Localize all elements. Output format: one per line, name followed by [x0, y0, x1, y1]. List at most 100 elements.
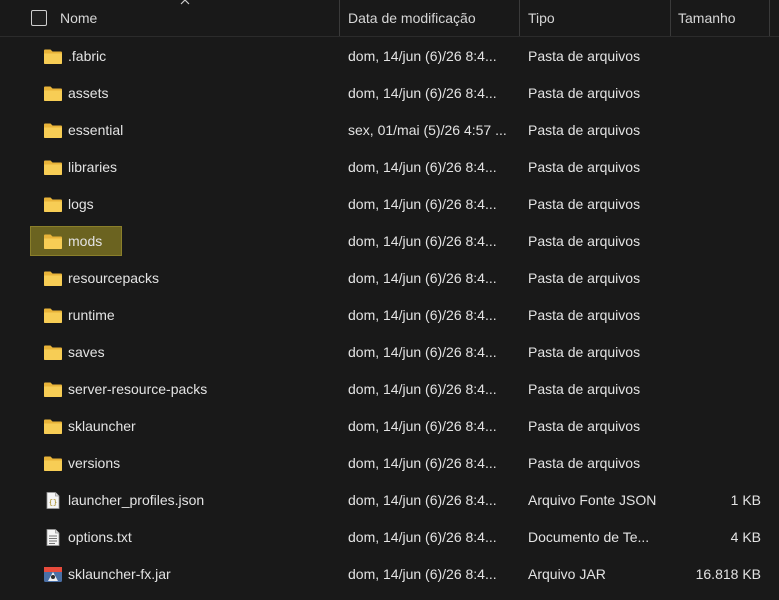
file-row[interactable]: sklauncher dom, 14/jun (6)/26 8:4... Pasta…: [0, 408, 779, 445]
file-row[interactable]: assets dom, 14/jun (6)/26 8:4... Pasta de …: [0, 75, 779, 112]
folder-icon: [43, 344, 63, 361]
column-divider[interactable]: [769, 0, 770, 36]
file-type: Pasta de arquivos: [528, 122, 641, 138]
file-row[interactable]: runtime dom, 14/jun (6)/26 8:4... Pasta de…: [0, 297, 779, 334]
column-header-date[interactable]: Data de modificação: [348, 0, 476, 36]
file-row[interactable]: server-resource-packs dom, 14/jun (6)/26 …: [0, 371, 779, 408]
file-type: Pasta de arquivos: [528, 418, 641, 434]
file-name: saves: [68, 344, 105, 360]
file-modified-date: dom, 14/jun (6)/26 8:4...: [348, 48, 497, 64]
file-type: Arquivo Fonte JSON: [528, 492, 657, 508]
file-name: server-resource-packs: [68, 381, 208, 397]
file-modified-date: dom, 14/jun (6)/26 8:4...: [348, 344, 497, 360]
file-row[interactable]: mods dom, 14/jun (6)/26 8:4... Pasta de ar…: [0, 223, 779, 260]
file-size: [670, 149, 761, 186]
column-divider[interactable]: [519, 0, 520, 36]
file-name: options.txt: [68, 529, 132, 545]
folder-icon: [43, 233, 63, 250]
file-type: Pasta de arquivos: [528, 233, 641, 249]
file-size: [670, 297, 761, 334]
column-divider[interactable]: [339, 0, 340, 36]
file-row[interactable]: essential sex, 01/mai (5)/26 4:57 ... Past…: [0, 112, 779, 149]
folder-icon: [43, 270, 63, 287]
sort-ascending-icon: [180, 0, 190, 5]
file-size: 16.818 KB: [695, 566, 761, 582]
file-name: sklauncher: [68, 418, 136, 434]
folder-icon: [43, 48, 63, 65]
file-type: Pasta de arquivos: [528, 381, 641, 397]
file-modified-date: sex, 01/mai (5)/26 4:57 ...: [348, 122, 507, 138]
file-size: 1 KB: [730, 492, 761, 508]
file-modified-date: dom, 14/jun (6)/26 8:4...: [348, 455, 497, 471]
file-size: [670, 371, 761, 408]
file-row[interactable]: {} launcher_profiles.json dom, 14/jun (6)/…: [0, 482, 779, 519]
file-size: [670, 334, 761, 371]
file-size: [670, 445, 761, 482]
file-modified-date: dom, 14/jun (6)/26 8:4...: [348, 85, 497, 101]
folder-icon: [43, 122, 63, 139]
file-modified-date: dom, 14/jun (6)/26 8:4...: [348, 529, 497, 545]
file-name: .fabric: [68, 48, 107, 64]
file-size: [670, 75, 761, 112]
column-header-name[interactable]: Nome: [60, 0, 97, 36]
file-size: [670, 223, 761, 260]
file-row[interactable]: libraries dom, 14/jun (6)/26 8:4... Pasta …: [0, 149, 779, 186]
folder-icon: [43, 307, 63, 324]
column-header-bar: Nome Data de modificação Tipo Tamanho: [0, 0, 779, 37]
file-row[interactable]: sklauncher-fx.jar dom, 14/jun (6)/26 8:4.…: [0, 556, 779, 593]
file-type: Pasta de arquivos: [528, 307, 641, 323]
file-size: [670, 112, 761, 149]
folder-icon: [43, 159, 63, 176]
file-name: mods: [68, 233, 103, 249]
file-type: Pasta de arquivos: [528, 196, 641, 212]
file-modified-date: dom, 14/jun (6)/26 8:4...: [348, 418, 497, 434]
file-type: Pasta de arquivos: [528, 48, 641, 64]
file-modified-date: dom, 14/jun (6)/26 8:4...: [348, 307, 497, 323]
folder-icon: [43, 455, 63, 472]
file-modified-date: dom, 14/jun (6)/26 8:4...: [348, 381, 497, 397]
file-row[interactable]: saves dom, 14/jun (6)/26 8:4... Pasta de a…: [0, 334, 779, 371]
file-row[interactable]: options.txt dom, 14/jun (6)/26 8:4... Docu…: [0, 519, 779, 556]
column-header-type[interactable]: Tipo: [528, 0, 555, 36]
select-all-checkbox[interactable]: [31, 10, 47, 26]
file-size: [670, 260, 761, 297]
folder-icon: [43, 196, 63, 213]
json-file-icon: {}: [43, 492, 63, 509]
file-size: [670, 38, 761, 75]
folder-icon: [43, 418, 63, 435]
file-type: Documento de Te...: [528, 529, 650, 545]
folder-icon: [43, 381, 63, 398]
file-type: Pasta de arquivos: [528, 344, 641, 360]
file-row[interactable]: versions dom, 14/jun (6)/26 8:4... Pasta d…: [0, 445, 779, 482]
file-type: Pasta de arquivos: [528, 270, 641, 286]
folder-icon: [43, 85, 63, 102]
file-name: versions: [68, 455, 121, 471]
jar-file-icon: [43, 566, 63, 583]
text-file-icon: [43, 529, 63, 546]
file-name: sklauncher-fx.jar: [68, 566, 171, 582]
file-modified-date: dom, 14/jun (6)/26 8:4...: [348, 196, 497, 212]
file-type: Pasta de arquivos: [528, 85, 641, 101]
svg-text:{}: {}: [49, 500, 57, 508]
file-size: [670, 186, 761, 223]
file-size: 4 KB: [730, 529, 761, 545]
column-divider[interactable]: [670, 0, 671, 36]
file-modified-date: dom, 14/jun (6)/26 8:4...: [348, 270, 497, 286]
file-modified-date: dom, 14/jun (6)/26 8:4...: [348, 159, 497, 175]
file-modified-date: dom, 14/jun (6)/26 8:4...: [348, 492, 497, 508]
file-name: libraries: [68, 159, 118, 175]
file-name: launcher_profiles.json: [68, 492, 205, 508]
file-modified-date: dom, 14/jun (6)/26 8:4...: [348, 233, 497, 249]
file-row[interactable]: .fabric dom, 14/jun (6)/26 8:4... Pasta de…: [0, 38, 779, 75]
file-name: assets: [68, 85, 109, 101]
file-type: Arquivo JAR: [528, 566, 606, 582]
file-modified-date: dom, 14/jun (6)/26 8:4...: [348, 566, 497, 582]
file-row[interactable]: resourcepacks dom, 14/jun (6)/26 8:4... Pa…: [0, 260, 779, 297]
file-name: runtime: [68, 307, 115, 323]
file-type: Pasta de arquivos: [528, 159, 641, 175]
file-row[interactable]: logs dom, 14/jun (6)/26 8:4... Pasta de ar…: [0, 186, 779, 223]
file-type: Pasta de arquivos: [528, 455, 641, 471]
file-name: essential: [68, 122, 124, 138]
file-name: resourcepacks: [68, 270, 160, 286]
column-header-size[interactable]: Tamanho: [678, 0, 736, 36]
